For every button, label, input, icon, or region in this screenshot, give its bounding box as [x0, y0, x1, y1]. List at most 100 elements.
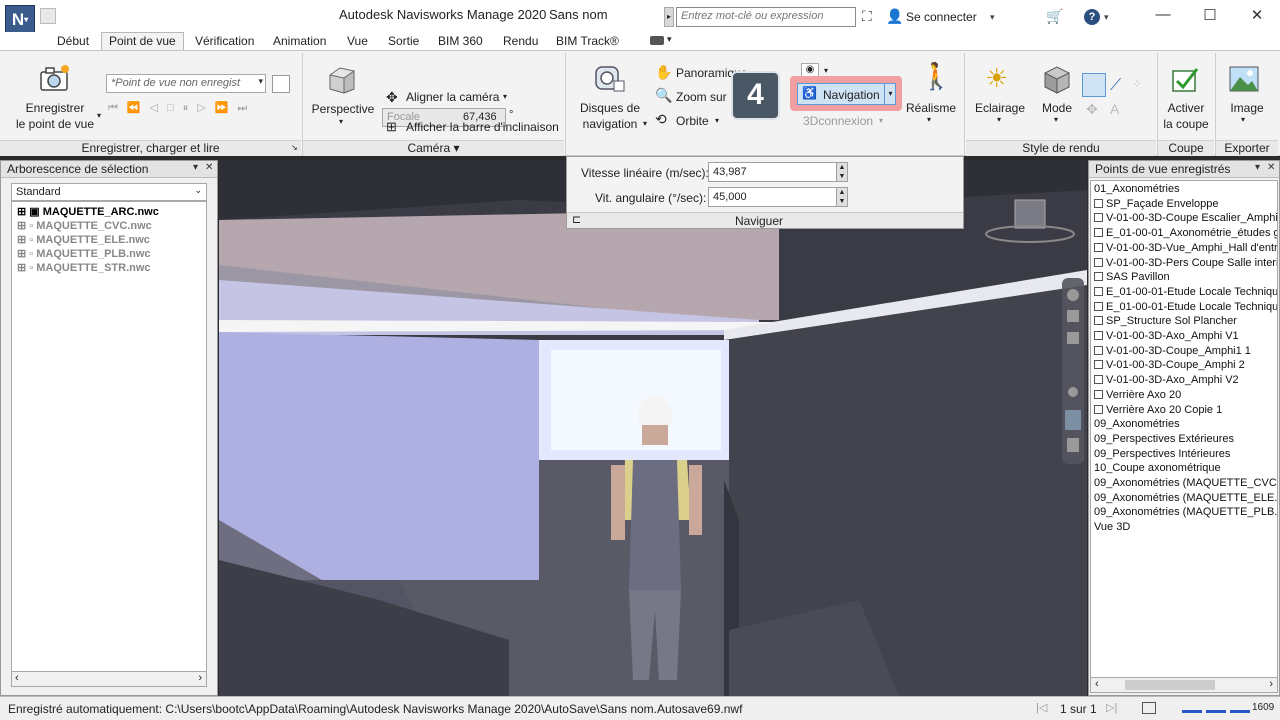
realism-figure-icon[interactable]: 🚶 [920, 61, 952, 92]
viewpoint-folder[interactable]: 10_Coupe axonométrique [1094, 462, 1221, 474]
nav-wheels-label-2[interactable]: navigation [574, 116, 646, 132]
ribbon-options-dropdown-icon[interactable]: ▾ [667, 34, 672, 45]
save-viewpoint-label-2[interactable]: le point de vue [0, 116, 110, 132]
saved-viewpoints-list[interactable]: 01_Axonométries SP_Façade Enveloppe V-01-0… [1090, 180, 1278, 680]
3dconnexion-dropdown-icon[interactable]: ▾ [879, 116, 883, 125]
zoom-button[interactable]: Zoom sur [676, 90, 727, 104]
viewpoints-horizontal-scrollbar[interactable]: ‹ › [1090, 677, 1278, 693]
user-icon[interactable]: 👤 [886, 8, 903, 25]
tab-debut[interactable]: Début [57, 34, 89, 48]
lighting-dropdown-icon[interactable]: ▾ [997, 115, 1001, 124]
sign-in-button[interactable]: Se connecter [906, 10, 977, 24]
3dconnexion-button[interactable]: 3Dconnexion [803, 114, 873, 128]
viewpoint-item[interactable]: V-01-00-3D-Coupe_Amphi1 1 [1094, 345, 1251, 357]
tree-item[interactable]: ⊞ ▫ MAQUETTE_PLB.nwc [17, 247, 151, 260]
surfaces-toggle-icon[interactable] [1082, 73, 1106, 97]
viewpoint-item[interactable]: V-01-00-3D-Pers Coupe Salle interie [1094, 257, 1277, 269]
viewpoint-folder[interactable]: 09_Axonométries [1094, 418, 1180, 430]
first-page-icon[interactable]: |◁ [1036, 701, 1047, 714]
save-viewpoint-label-1[interactable]: Enregistrer [0, 100, 110, 116]
orbit-dropdown-icon[interactable]: ▾ [715, 116, 719, 125]
navigation-dropdown-icon[interactable]: ▾ [884, 84, 896, 104]
viewpoint-item[interactable]: SP_Façade Enveloppe [1094, 198, 1219, 210]
viewpoint-folder[interactable]: 09_Axonométries (MAQUETTE_PLB.n [1094, 506, 1277, 518]
pin-icon[interactable]: ▾ [193, 162, 198, 173]
close-icon[interactable]: ✕ [1247, 6, 1267, 24]
sheet-browser-icon[interactable] [1142, 702, 1156, 714]
viewpoint-folder[interactable]: Vue 3D [1094, 521, 1130, 533]
tree-item[interactable]: ⊞ ▫ MAQUETTE_STR.nwc [17, 261, 151, 274]
camera-save-icon[interactable] [38, 63, 70, 95]
viewpoint-item[interactable]: Verrière Axo 20 Copie 1 [1094, 404, 1222, 416]
navigation-wheels-icon[interactable] [594, 63, 626, 95]
tree-item[interactable]: ⊞ ▣ MAQUETTE_ARC.nwc [17, 205, 159, 218]
nav-wheels-dropdown-icon[interactable]: ▾ [643, 119, 647, 128]
chevron-down-icon[interactable]: ▾ [990, 12, 995, 23]
realism-dropdown-icon[interactable]: ▾ [927, 115, 931, 124]
viewpoint-item[interactable]: SAS Pavillon [1094, 271, 1170, 283]
app-menu-button[interactable]: N▾ [5, 5, 35, 35]
tab-point-de-vue[interactable]: Point de vue [101, 32, 184, 50]
tab-animation[interactable]: Animation [273, 34, 326, 48]
viewpoint-item[interactable]: Verrière Axo 20 [1094, 389, 1181, 401]
save-viewpoint-dropdown-icon[interactable]: ▾ [97, 111, 101, 120]
viewpoint-folder[interactable]: 01_Axonométries [1094, 183, 1180, 195]
tab-bim360[interactable]: BIM 360 [438, 34, 483, 48]
next-page-icon[interactable]: ▷| [1106, 701, 1117, 714]
tree-horizontal-scrollbar[interactable]: ‹ › [11, 671, 207, 687]
binoculars-icon[interactable]: ⛶ [862, 8, 872, 25]
viewpoint-item[interactable]: E_01-00-01_Axonométrie_études g [1094, 227, 1277, 239]
viewpoint-item[interactable]: V-01-00-3D-Coupe_Amphi 2 [1094, 359, 1245, 371]
viewpoint-item[interactable]: E_01-00-01-Etude Locale Technique [1094, 301, 1277, 313]
viewpoint-item[interactable]: V-01-00-3D-Vue_Amphi_Hall d'entr [1094, 242, 1277, 254]
lighting-sun-icon[interactable]: ☀ [985, 63, 1008, 94]
image-button[interactable]: Image [1216, 100, 1278, 116]
perspective-cube-icon[interactable] [326, 63, 358, 95]
minimize-icon[interactable]: — [1153, 6, 1173, 23]
mode-dropdown-icon[interactable]: ▾ [1054, 115, 1058, 124]
lines-toggle-icon[interactable]: ⟋ [1110, 77, 1121, 95]
align-camera-dropdown-icon[interactable]: ▾ [503, 92, 507, 101]
viewpoint-folder[interactable]: 09_Axonométries (MAQUETTE_CVC.n [1094, 477, 1277, 489]
tab-vue[interactable]: Vue [347, 34, 368, 48]
nav-wheels-label-1[interactable]: Disques de [574, 100, 646, 116]
points-toggle-icon[interactable]: ⁘ [1132, 77, 1142, 91]
tab-bim-track[interactable]: BIM Track® [556, 34, 619, 48]
help-dropdown-icon[interactable]: ▾ [1104, 12, 1109, 23]
scene-render[interactable] [219, 160, 1087, 696]
section-plane-icon[interactable] [1170, 63, 1202, 95]
search-expand-icon[interactable]: ▸ [664, 7, 674, 27]
navigation-button[interactable]: ♿ Navigation ▾ [797, 83, 896, 105]
snap-points-icon[interactable]: ✥ [1086, 101, 1098, 118]
viewpoint-item[interactable]: SP_Structure Sol Plancher [1094, 315, 1237, 327]
orbit-button[interactable]: Orbite [676, 114, 709, 128]
tab-sortie[interactable]: Sortie [388, 34, 419, 48]
lighting-button[interactable]: Eclairage [970, 100, 1030, 116]
search-input[interactable]: Entrez mot-clé ou expression [676, 7, 856, 27]
perspective-button[interactable]: Perspective [310, 101, 376, 117]
maximize-icon[interactable]: ☐ [1200, 6, 1220, 24]
tab-rendu[interactable]: Rendu [503, 34, 538, 48]
realism-button[interactable]: Réalisme [900, 100, 962, 116]
enable-section-label-1[interactable]: Activer [1158, 100, 1214, 116]
enable-section-label-2[interactable]: la coupe [1158, 116, 1214, 132]
angular-speed-input[interactable]: 45,000 ▲ ▼ [708, 187, 848, 207]
image-dropdown-icon[interactable]: ▾ [1241, 115, 1245, 124]
viewpoint-item[interactable]: E_01-00-01-Etude Locale Technique [1094, 286, 1277, 298]
viewpoint-folder[interactable]: 09_Axonométries (MAQUETTE_ELE.n [1094, 492, 1277, 504]
quick-access-icon[interactable] [40, 8, 56, 24]
viewpoint-item[interactable]: V-01-00-3D-Axo_Amphi V2 [1094, 374, 1239, 386]
linear-speed-spinner[interactable]: ▲ ▼ [836, 163, 847, 181]
viewpoint-combo[interactable]: *Point de vue non enregist ▾ [106, 74, 266, 93]
perspective-dropdown-icon[interactable]: ▾ [339, 117, 343, 126]
3d-viewport[interactable] [219, 160, 1087, 696]
text-toggle-icon[interactable]: A [1110, 101, 1119, 117]
load-viewpoint-icon[interactable] [272, 75, 290, 93]
panel-close-icon[interactable]: ✕ [205, 162, 213, 173]
tree-item[interactable]: ⊞ ▫ MAQUETTE_CVC.nwc [17, 219, 152, 232]
selection-tree[interactable]: ⊞ ▣ MAQUETTE_ARC.nwc ⊞ ▫ MAQUETTE_CVC.nw… [11, 201, 207, 685]
tab-verification[interactable]: Vérification [195, 34, 254, 48]
show-tilt-bar-button[interactable]: Afficher la barre d'inclinaison [406, 120, 559, 134]
pin-panel-icon[interactable]: ⊏ [572, 213, 581, 226]
viewpoint-folder[interactable]: 09_Perspectives Intérieures [1094, 448, 1230, 460]
